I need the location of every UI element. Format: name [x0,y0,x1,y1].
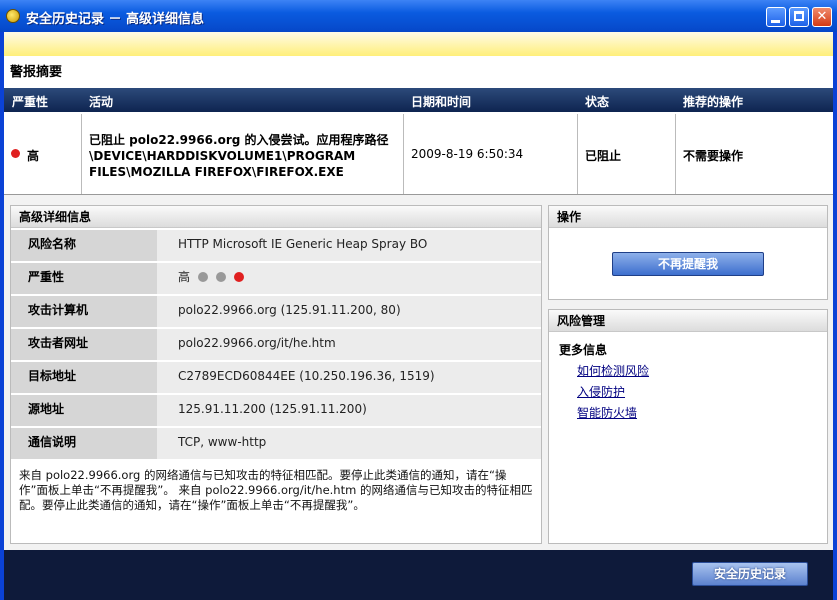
bottom-bar: 安全历史记录 [4,550,833,600]
detail-value: 高 [157,263,541,294]
main-window: 安全历史记录 － 高级详细信息 ✕ 警报摘要 严重性 活动 日期和时间 状态 推… [0,0,837,600]
detail-label: 严重性 [11,263,157,294]
maximize-icon [794,11,804,21]
link-how-risks-detected[interactable]: 如何检测风险 [577,362,649,379]
detail-value: C2789ECD60844EE (10.250.196.36, 1519) [157,362,541,393]
banner [4,32,833,56]
title-bar[interactable]: 安全历史记录 － 高级详细信息 ✕ [0,0,837,32]
severity-dot-icon [233,272,244,282]
col-activity: 活动 [89,95,114,109]
recommended-text: 不需要操作 [683,149,744,163]
cell-recommended: 不需要操作 [676,114,833,194]
risk-management-panel: 风险管理 更多信息 如何检测风险 入侵防护 智能防火墙 [548,309,828,544]
risk-management-title: 风险管理 [549,310,827,332]
col-datetime: 日期和时间 [411,95,472,109]
minimize-icon [771,20,780,23]
more-info-heading: 更多信息 [559,343,608,357]
col-status: 状态 [585,95,610,109]
actions-title: 操作 [549,206,827,228]
cell-datetime: 2009-8-19 6:50:34 [404,114,578,194]
security-history-button[interactable]: 安全历史记录 [692,562,808,586]
link-smart-firewall[interactable]: 智能防火墙 [577,404,637,421]
app-icon [6,9,20,23]
severity-value-text: 高 [178,270,191,284]
summary-row[interactable]: 高 已阻止 polo22.9966.org 的入侵尝试。应用程序路径 \DEVI… [4,114,833,195]
cell-activity: 已阻止 polo22.9966.org 的入侵尝试。应用程序路径 \DEVICE… [82,114,404,194]
severity-text: 高 [27,149,40,163]
detail-value: TCP, www-http [157,428,541,459]
severity-dot-icon [215,272,226,282]
close-button[interactable]: ✕ [812,7,832,27]
details-area: 高级详细信息 风险名称 HTTP Microsoft IE Generic He… [4,195,833,550]
detail-value: polo22.9966.org/it/he.htm [157,329,541,360]
detail-label: 攻击者网址 [11,329,157,360]
activity-text: 已阻止 polo22.9966.org 的入侵尝试。应用程序路径 \DEVICE… [89,133,389,179]
actions-panel: 操作 不再提醒我 [548,205,828,300]
detail-value: 125.91.11.200 (125.91.11.200) [157,395,541,426]
detail-value: polo22.9966.org (125.91.11.200, 80) [157,296,541,327]
minimize-button[interactable] [766,7,786,27]
detail-value: HTTP Microsoft IE Generic Heap Spray BO [157,230,541,261]
details-description: 来自 polo22.9966.org 的网络通信与已知攻击的特征相匹配。要停止此… [19,468,533,512]
cell-status: 已阻止 [578,114,676,194]
col-recommended: 推荐的操作 [683,95,744,109]
severity-dot-icon [197,272,208,282]
detail-row-traffic-description: 通信说明 TCP, www-http [11,428,541,459]
cell-severity: 高 [4,114,82,194]
advanced-details-panel: 高级详细信息 风险名称 HTTP Microsoft IE Generic He… [10,205,542,544]
detail-row-source-address: 源地址 125.91.11.200 (125.91.11.200) [11,395,541,426]
detail-label: 风险名称 [11,230,157,261]
datetime-text: 2009-8-19 6:50:34 [411,147,524,161]
detail-label: 通信说明 [11,428,157,459]
detail-label: 源地址 [11,395,157,426]
client-area: 警报摘要 严重性 活动 日期和时间 状态 推荐的操作 高 已阻止 polo22.… [4,32,833,600]
dont-remind-me-button[interactable]: 不再提醒我 [612,252,764,276]
advanced-details-title: 高级详细信息 [11,206,541,228]
detail-row-target-address: 目标地址 C2789ECD60844EE (10.250.196.36, 151… [11,362,541,393]
detail-row-attacker-computer: 攻击计算机 polo22.9966.org (125.91.11.200, 80… [11,296,541,327]
window-title: 安全历史记录 － 高级详细信息 [26,12,205,27]
detail-label: 攻击计算机 [11,296,157,327]
summary-title: 警报摘要 [10,65,63,80]
detail-label: 目标地址 [11,362,157,393]
summary-header: 严重性 活动 日期和时间 状态 推荐的操作 [4,88,833,112]
link-intrusion-prevention[interactable]: 入侵防护 [577,383,625,400]
detail-row-risk-name: 风险名称 HTTP Microsoft IE Generic Heap Spra… [11,230,541,261]
detail-row-attacker-url: 攻击者网址 polo22.9966.org/it/he.htm [11,329,541,360]
status-text: 已阻止 [585,149,622,163]
detail-row-severity: 严重性 高 [11,263,541,294]
col-severity: 严重性 [12,95,49,109]
maximize-button[interactable] [789,7,809,27]
severity-high-icon [11,149,20,158]
close-icon: ✕ [816,9,828,24]
